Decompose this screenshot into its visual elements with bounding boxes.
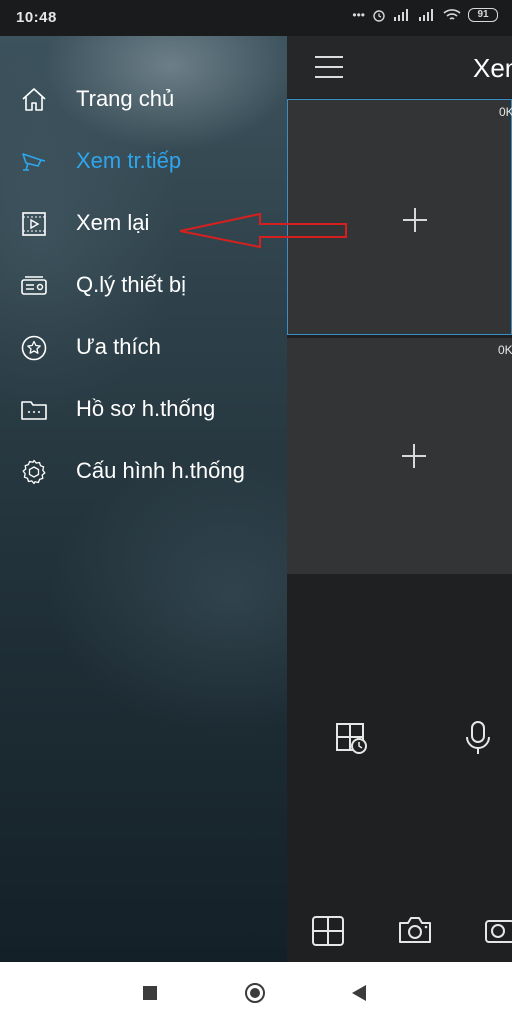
device-management-icon bbox=[21, 276, 47, 295]
live-camera-icon bbox=[22, 153, 46, 171]
signal-icon-2 bbox=[419, 9, 433, 21]
menu-item-device-management[interactable]: Q.lý thiết bị bbox=[0, 254, 287, 316]
menu-item-label: Hồ sơ h.thống bbox=[76, 396, 216, 421]
status-bar: 10:48 ••• 91 bbox=[0, 0, 512, 36]
stream-speed: 0K bbox=[498, 343, 512, 357]
favorites-star-icon bbox=[21, 335, 47, 361]
menu-item-label: Ưa thích bbox=[76, 334, 161, 359]
menu-item-system-records[interactable]: Hồ sơ h.thống bbox=[0, 378, 287, 440]
menu-item-label: Cấu hình h.thống bbox=[76, 458, 245, 483]
more-dots-icon: ••• bbox=[352, 8, 365, 22]
menu-item-label: Xem lại bbox=[76, 210, 150, 235]
playback-icon bbox=[22, 212, 46, 236]
hamburger-menu-icon[interactable] bbox=[315, 56, 343, 78]
add-camera-plus-icon[interactable] bbox=[400, 205, 430, 235]
settings-gear-icon bbox=[22, 459, 46, 485]
folder-icon bbox=[21, 401, 47, 420]
system-nav-bar bbox=[0, 962, 512, 1024]
stream-speed: 0K bbox=[499, 105, 512, 119]
menu-item-label: Trang chủ bbox=[76, 86, 175, 111]
microphone-icon[interactable] bbox=[463, 720, 493, 756]
home-icon bbox=[22, 88, 46, 111]
menu-item-system-settings[interactable]: Cấu hình h.thống bbox=[0, 440, 287, 502]
video-cell-2[interactable]: 0K bbox=[287, 338, 512, 574]
live-view-topbar: Xem bbox=[287, 36, 512, 98]
navigation-drawer: Trang chủ Xem tr.tiếp Xem lại Q.lý thiết… bbox=[0, 36, 287, 962]
recent-apps-icon[interactable] bbox=[143, 986, 157, 1000]
back-icon[interactable] bbox=[352, 985, 366, 1001]
menu-item-favorites[interactable]: Ưa thích bbox=[0, 316, 287, 378]
menu-item-label: Xem tr.tiếp bbox=[76, 148, 182, 173]
battery-icon: 91 bbox=[468, 8, 498, 22]
status-time: 10:48 bbox=[16, 9, 57, 26]
playback-schedule-icon[interactable] bbox=[335, 722, 369, 756]
snapshot-camera-icon[interactable] bbox=[397, 915, 433, 945]
menu-item-live-view[interactable]: Xem tr.tiếp bbox=[0, 130, 287, 192]
record-camera-icon[interactable] bbox=[483, 915, 512, 945]
split-screen-icon[interactable] bbox=[311, 915, 345, 947]
signal-icon-1 bbox=[394, 9, 408, 21]
alarm-icon bbox=[373, 10, 385, 22]
page-title: Xem bbox=[473, 53, 512, 83]
home-button-icon[interactable] bbox=[245, 983, 265, 1003]
wifi-icon bbox=[443, 9, 461, 20]
live-view-panel: Xem 0K 0K bbox=[287, 36, 512, 962]
status-icons: ••• 91 bbox=[352, 8, 498, 22]
add-camera-plus-icon[interactable] bbox=[399, 441, 429, 471]
annotation-arrow-icon bbox=[179, 212, 347, 249]
menu-item-label: Q.lý thiết bị bbox=[76, 272, 187, 297]
menu-item-home[interactable]: Trang chủ bbox=[0, 68, 287, 130]
